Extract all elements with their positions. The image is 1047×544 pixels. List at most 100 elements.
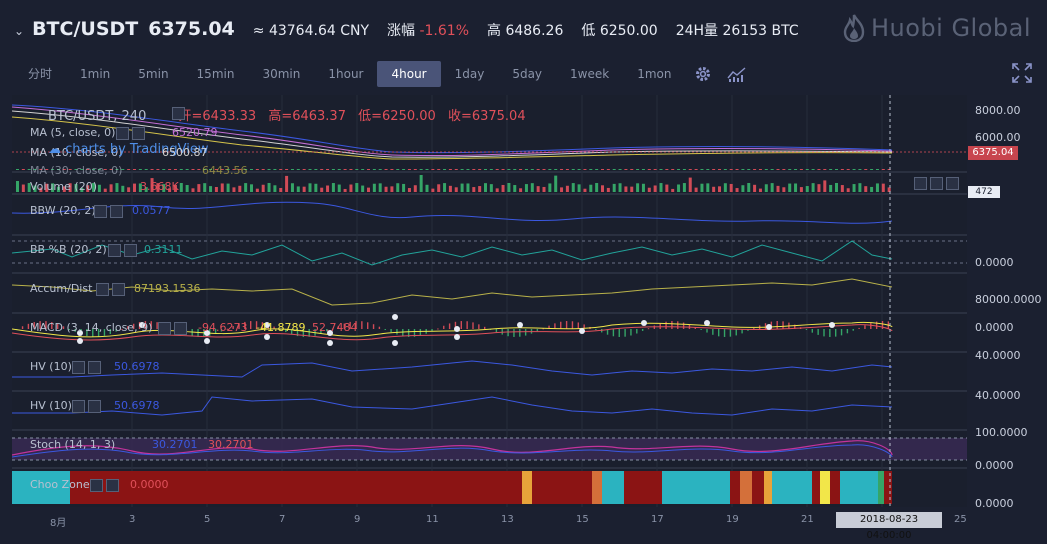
choo-zone-segment [624, 471, 662, 504]
low-stat: 低 6250.00 [581, 20, 657, 40]
macd-bar [852, 329, 854, 331]
tab-1hour[interactable]: 1hour [314, 61, 377, 87]
volume-bar [823, 180, 827, 192]
candle [355, 169, 359, 170]
close-icon[interactable] [88, 400, 101, 413]
macd-bar [805, 329, 808, 331]
settings-icon[interactable] [94, 205, 107, 218]
close-icon[interactable] [112, 283, 125, 296]
tab-1day[interactable]: 1day [441, 61, 499, 87]
volume-bar [682, 183, 686, 192]
tab-1week[interactable]: 1week [556, 61, 623, 87]
volume-bar [718, 186, 721, 192]
macd-bar [495, 329, 498, 333]
close-icon[interactable] [106, 479, 119, 492]
candle [144, 169, 148, 170]
volume-bar [203, 183, 207, 192]
tab-4hour[interactable]: 4hour [377, 61, 441, 87]
settings-icon[interactable] [108, 244, 121, 257]
expand-icon[interactable] [1011, 62, 1033, 84]
move-up-icon[interactable] [914, 177, 927, 190]
close-icon[interactable] [88, 361, 101, 374]
candle [16, 169, 19, 170]
volume-bar [443, 183, 447, 192]
indicators-chart-icon[interactable] [720, 61, 754, 87]
candle [875, 169, 879, 170]
volume-bar [589, 184, 593, 192]
close-icon[interactable] [124, 244, 137, 257]
candle [560, 169, 564, 170]
volume-bar [805, 186, 809, 192]
tab-30min[interactable]: 30min [248, 61, 314, 87]
gear-icon[interactable] [686, 61, 720, 87]
macd-bar [536, 329, 539, 332]
candle [197, 169, 201, 170]
tab-fenshi[interactable]: 分时 [14, 61, 66, 87]
macd-bar [630, 329, 632, 336]
tab-5min[interactable]: 5min [124, 61, 182, 87]
volume-bar [501, 184, 505, 192]
volume-bar [16, 181, 19, 192]
tab-1min[interactable]: 1min [66, 61, 124, 87]
macd-bar [840, 329, 843, 336]
candle [261, 169, 265, 170]
volume-bar [799, 187, 803, 192]
settings-icon[interactable] [158, 322, 171, 335]
settings-icon[interactable] [96, 283, 109, 296]
move-down-icon[interactable] [930, 177, 943, 190]
candle [425, 169, 429, 170]
close-icon[interactable] [174, 322, 187, 335]
maximize-pane-icon[interactable] [946, 177, 959, 190]
choo-zone-segment [740, 471, 752, 504]
volume-bar [665, 184, 669, 192]
timeframe-bar: 分时 1min 5min 15min 30min 1hour 4hour 1da… [14, 60, 754, 88]
volume-bar [706, 183, 710, 192]
macd-bar [448, 323, 451, 329]
volume-stat: 24H量 26153 BTC [676, 20, 799, 40]
candle [331, 169, 335, 170]
volume-bar [753, 184, 757, 192]
candle [519, 169, 523, 170]
candle [279, 169, 283, 170]
settings-icon[interactable] [72, 361, 85, 374]
candle [267, 169, 271, 170]
volume-bar [384, 186, 388, 192]
candle [770, 169, 774, 170]
volume-bar [343, 188, 347, 192]
macd-label: MACD (3, 14, close, 9) [30, 321, 153, 334]
volume-tag: 472 [968, 186, 1000, 198]
candle [700, 169, 704, 170]
market-header: ⌄ BTC/USDT 6375.04 ≈ 43764.64 CNY 涨幅 -1.… [0, 0, 1047, 60]
chart-area[interactable]: BTC/USDT, 240 开=6433.33 高=6463.37 低=6250… [12, 95, 967, 507]
tab-1mon[interactable]: 1mon [623, 61, 685, 87]
close-icon[interactable] [110, 205, 123, 218]
eye-icon[interactable] [172, 107, 185, 120]
volume-bar [326, 185, 330, 192]
settings-icon[interactable] [72, 400, 85, 413]
volume-bar [320, 187, 324, 192]
macd-bar [478, 324, 480, 329]
close-icon[interactable] [132, 127, 145, 140]
chevron-down-icon[interactable]: ⌄ [14, 24, 24, 38]
volume-bar [560, 187, 564, 192]
tab-15min[interactable]: 15min [183, 61, 249, 87]
volume-bar [852, 184, 856, 192]
macd-bar [706, 329, 708, 333]
settings-icon[interactable] [90, 479, 103, 492]
candle [173, 169, 177, 170]
candle [682, 169, 686, 170]
choo-zone-segment [840, 471, 878, 504]
x-label: 17 [651, 514, 664, 525]
x-label: 3 [129, 514, 136, 525]
settings-icon[interactable] [116, 127, 129, 140]
candle [840, 169, 844, 170]
volume-bar [606, 187, 610, 192]
axis-price-top: 8000.00 [975, 104, 1021, 117]
macd-bar [560, 321, 562, 329]
ma30-value: 6443.56 [202, 164, 248, 177]
x-label: 25 [954, 514, 967, 525]
macd-bar [835, 329, 837, 337]
pair-name[interactable]: BTC/USDT [32, 18, 138, 40]
choo-zone-segment [662, 471, 730, 504]
tab-5day[interactable]: 5day [498, 61, 556, 87]
